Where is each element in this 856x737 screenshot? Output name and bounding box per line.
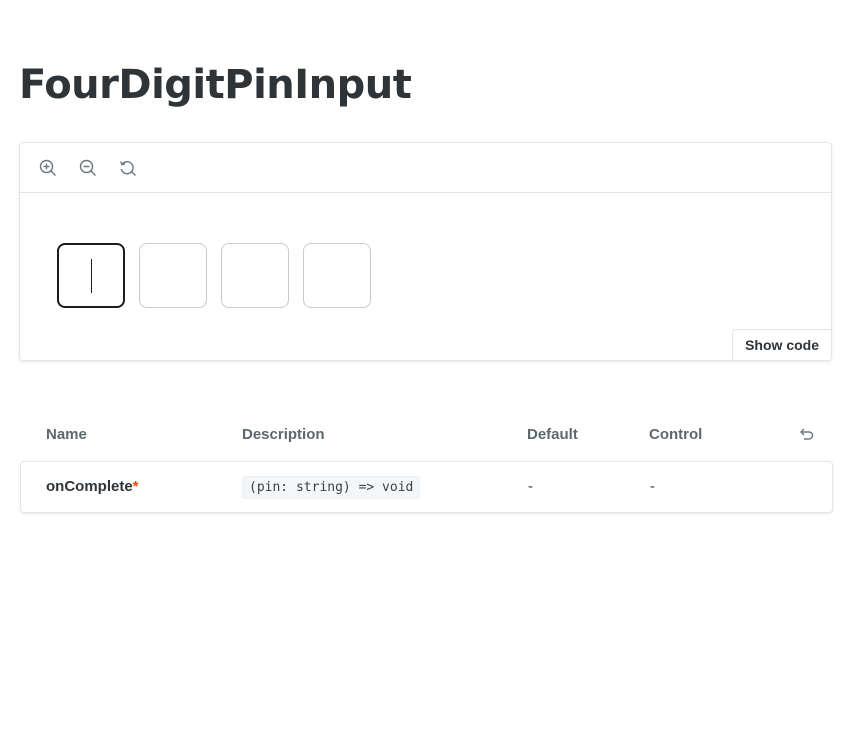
zoom-out-icon[interactable] bbox=[74, 154, 102, 182]
page-title: FourDigitPinInput bbox=[19, 62, 412, 108]
story-preview: Show code bbox=[20, 193, 831, 360]
zoom-in-icon[interactable] bbox=[34, 154, 62, 182]
required-marker: * bbox=[132, 478, 139, 495]
column-description: Description bbox=[242, 426, 325, 443]
prop-name: onComplete* bbox=[46, 478, 139, 495]
reset-zoom-icon[interactable] bbox=[114, 154, 142, 182]
column-control: Control bbox=[649, 426, 703, 443]
prop-control: - bbox=[650, 478, 655, 495]
props-table-header: Name Description Default Control bbox=[20, 420, 832, 450]
column-default: Default bbox=[527, 426, 578, 443]
pin-digit-4[interactable] bbox=[303, 243, 371, 308]
pin-input-group bbox=[57, 243, 385, 308]
text-caret bbox=[90, 258, 92, 293]
column-name: Name bbox=[46, 426, 87, 443]
prop-type-code: (pin: string) => void bbox=[242, 476, 421, 499]
prop-default: - bbox=[528, 478, 533, 495]
show-code-button[interactable]: Show code bbox=[732, 329, 831, 360]
canvas-toolbar bbox=[20, 143, 831, 193]
pin-digit-3[interactable] bbox=[221, 243, 289, 308]
pin-digit-1[interactable] bbox=[57, 243, 125, 308]
undo-icon[interactable] bbox=[797, 425, 815, 443]
pin-digit-2[interactable] bbox=[139, 243, 207, 308]
props-table-row: onComplete* (pin: string) => void - - bbox=[20, 461, 833, 513]
story-canvas: Show code bbox=[19, 142, 832, 361]
